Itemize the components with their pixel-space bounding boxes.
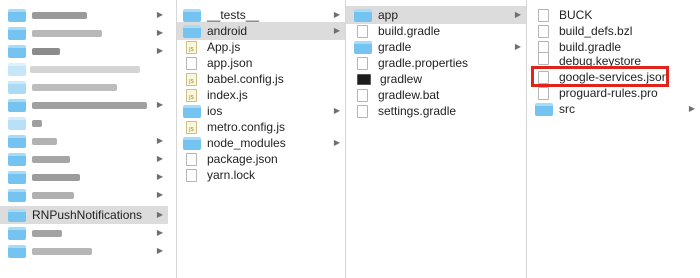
obscured-label [30,65,140,73]
obscured-row[interactable]: ▶ [0,24,168,42]
folder-icon [535,102,553,116]
obscured-label [32,137,57,145]
obscured-row[interactable]: ▶ [0,96,168,114]
obscured-label [32,247,92,255]
finder-column-4: BUCK build_defs.bzl build.gradle debug.k… [527,0,700,278]
item-label: settings.gradle [378,104,457,118]
folder-icon [8,188,26,202]
folder-icon [183,24,201,38]
folder-icon [8,134,26,148]
folder-icon [8,244,26,258]
item-label: src [559,102,575,116]
folder-icon [354,40,372,54]
selected-folder-rnpushnotifications[interactable]: RNPushNotifications ▶ [0,206,168,224]
js-file-icon [186,88,197,102]
obscured-row[interactable]: ▶ [0,186,168,204]
folder-icon [8,152,26,166]
terminal-icon [357,73,371,85]
list-item-settings-gradle[interactable]: settings.gradle [346,102,526,120]
obscured-label [32,29,102,37]
file-icon [357,88,368,102]
folder-icon [183,136,201,150]
obscured-label [32,101,147,109]
obscured-row[interactable]: ▶ [0,132,168,150]
file-icon [357,104,368,118]
chevron-right-icon: ▶ [156,228,163,237]
folder-icon [183,8,201,22]
chevron-right-icon: ▶ [156,154,163,163]
obscured-label [32,83,117,91]
folder-icon [183,104,201,118]
folder-icon [8,226,26,240]
obscured-row[interactable] [0,78,168,96]
chevron-right-icon: ▶ [156,136,163,145]
chevron-right-icon: ▶ [156,210,163,219]
chevron-right-icon: ▶ [156,10,163,19]
folder-icon [8,44,26,58]
obscured-row[interactable]: ▶ [0,150,168,168]
js-file-icon [186,72,197,86]
list-item-yarn-lock[interactable]: yarn.lock [177,166,345,184]
folder-icon [8,98,26,112]
finder-column-2: __tests__ ▶ android ▶ App.js app.json ba… [177,0,345,278]
item-label: debug.keystore [559,54,642,66]
file-icon [538,86,549,100]
obscured-row[interactable] [0,60,168,78]
obscured-label [32,119,42,127]
obscured-row[interactable]: ▶ [0,168,168,186]
obscured-row[interactable] [0,114,168,132]
folder-icon [8,62,26,76]
file-icon [186,168,197,182]
obscured-label [32,173,80,181]
file-icon [357,56,368,70]
folder-icon [8,80,26,94]
folder-icon [8,26,26,40]
folder-icon [8,116,26,130]
file-icon [538,8,549,22]
obscured-label [32,47,60,55]
folder-icon [354,8,372,22]
file-icon [538,52,549,65]
chevron-right-icon: ▶ [156,100,163,109]
folder-icon [8,170,26,184]
file-icon [357,24,368,38]
obscured-label [32,155,70,163]
obscured-row[interactable]: ▶ [0,6,168,24]
highlight-annotation-box [531,66,669,87]
folder-label: RNPushNotifications [32,208,143,222]
js-file-icon [186,120,197,134]
finder-column-1: ▶ ▶ ▶ ▶ ▶ ▶ ▶ ▶ RNPushNotifications ▶ ▶ … [0,0,168,278]
file-icon [186,152,197,166]
chevron-right-icon: ▶ [156,190,163,199]
js-file-icon [186,40,197,54]
chevron-right-icon: ▶ [156,172,163,181]
obscured-row[interactable]: ▶ [0,242,168,260]
chevron-right-icon: ▶ [156,46,163,55]
file-icon [186,56,197,70]
obscured-label [32,191,74,199]
item-label: yarn.lock [207,168,256,182]
chevron-right-icon: ▶ [156,246,163,255]
folder-icon [8,208,26,222]
folder-icon [8,8,26,22]
obscured-label [32,11,87,19]
obscured-label [32,229,62,237]
list-item-src[interactable]: src ▶ [527,100,700,118]
chevron-right-icon: ▶ [156,28,163,37]
finder-column-3: app ▶ build.gradle gradle ▶ gradle.prope… [346,0,526,278]
list-item-debug-keystore[interactable]: debug.keystore [527,52,700,66]
obscured-row[interactable]: ▶ [0,42,168,60]
obscured-row[interactable]: ▶ [0,224,168,242]
chevron-right-icon: ▶ [688,104,695,113]
file-icon [538,24,549,38]
